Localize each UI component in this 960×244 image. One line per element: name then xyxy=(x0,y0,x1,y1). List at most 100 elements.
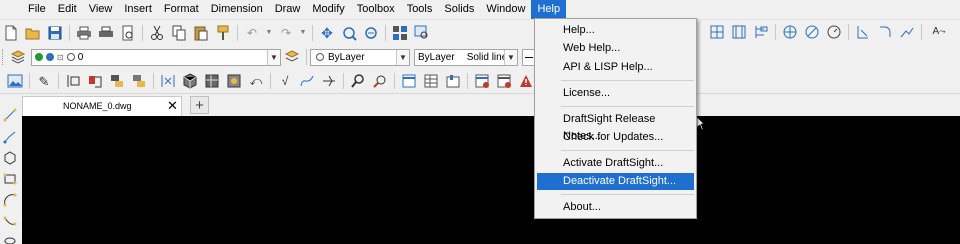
check-icon[interactable]: √ xyxy=(276,72,294,90)
text-icon[interactable]: A ⤳ xyxy=(927,23,951,41)
help-menu-item-check-updates[interactable]: Check for Updates... xyxy=(537,129,694,146)
menu-edit[interactable]: Edit xyxy=(52,0,83,19)
chevron-down-icon[interactable]: ▼ xyxy=(299,24,307,42)
polyline-tool-icon[interactable] xyxy=(1,128,19,146)
match-props-icon[interactable] xyxy=(214,24,232,42)
polygon-tool-icon[interactable] xyxy=(1,149,19,167)
layer-combo[interactable]: ⊡ 0 ▼ xyxy=(31,48,281,66)
properties-icon[interactable] xyxy=(400,72,418,90)
print-icon[interactable] xyxy=(75,24,93,42)
open-icon[interactable] xyxy=(24,24,42,42)
chevron-down-icon[interactable]: ▼ xyxy=(504,49,517,65)
document-tab-name: NONAME_0.dwg xyxy=(63,101,132,111)
close-icon[interactable]: ✕ xyxy=(167,98,178,114)
clip-icon[interactable] xyxy=(64,72,82,90)
audit-icon[interactable] xyxy=(495,72,513,90)
block-icon[interactable] xyxy=(708,23,726,41)
snap-icon[interactable] xyxy=(781,23,799,41)
layer-manager-icon[interactable] xyxy=(9,48,27,66)
trace-icon[interactable] xyxy=(320,72,338,90)
spline-icon[interactable] xyxy=(298,72,316,90)
rectangle-tool-icon[interactable] xyxy=(1,170,19,188)
menu-file[interactable]: File xyxy=(22,0,52,19)
explode-icon[interactable] xyxy=(159,72,177,90)
pencil-icon[interactable]: ✎ xyxy=(35,72,53,90)
menu-format[interactable]: Format xyxy=(158,0,205,19)
document-tab[interactable]: NONAME_0.dwg ✕ xyxy=(22,96,182,116)
insert-block-icon[interactable]: ⤺ xyxy=(247,72,265,90)
redo-icon[interactable]: ↷ xyxy=(277,24,295,42)
copy-icon[interactable] xyxy=(170,24,188,42)
help-menu-item-web-help[interactable]: Web Help... xyxy=(537,40,694,57)
pan-icon[interactable]: ✥ xyxy=(318,24,336,42)
menu-tools[interactable]: Tools xyxy=(401,0,439,19)
ellipse-tool-icon[interactable] xyxy=(1,232,19,244)
edit-block-icon[interactable] xyxy=(130,72,148,90)
report-icon[interactable] xyxy=(473,72,491,90)
help-menu-item-license[interactable]: License... xyxy=(537,85,694,102)
attach-icon[interactable] xyxy=(86,72,104,90)
osnap-icon[interactable] xyxy=(803,23,821,41)
new-tab-button[interactable]: + xyxy=(190,96,209,114)
menu-insert[interactable]: Insert xyxy=(118,0,158,19)
help-menu-item-api-lisp-help[interactable]: API & LISP Help... xyxy=(537,59,694,76)
help-menu-item-deactivate[interactable]: Deactivate DraftSight... xyxy=(537,173,694,190)
cut-icon[interactable] xyxy=(148,24,166,42)
menu-modify[interactable]: Modify xyxy=(306,0,350,19)
lineweight-combo[interactable] xyxy=(522,48,534,66)
layout-icon[interactable] xyxy=(444,72,462,90)
cube-icon[interactable] xyxy=(181,72,199,90)
table-icon[interactable] xyxy=(752,23,770,41)
paste-icon[interactable] xyxy=(192,24,210,42)
save-icon[interactable] xyxy=(46,24,64,42)
circle-icon[interactable] xyxy=(825,23,843,41)
menu-dimension[interactable]: Dimension xyxy=(205,0,269,19)
find-icon[interactable] xyxy=(413,24,431,42)
app-icon[interactable] xyxy=(0,0,22,19)
layer-freeze-icon xyxy=(46,53,54,61)
menu-toolbox[interactable]: Toolbox xyxy=(351,0,401,19)
help-menu-item-help[interactable]: Help... xyxy=(537,22,694,39)
menu-draw[interactable]: Draw xyxy=(269,0,307,19)
design-resources-icon[interactable] xyxy=(391,24,409,42)
menu-view[interactable]: View xyxy=(83,0,119,19)
spline-tool-icon[interactable] xyxy=(1,212,19,230)
menu-window[interactable]: Window xyxy=(480,0,531,19)
toolbar-separator xyxy=(142,24,143,41)
plot-icon[interactable] xyxy=(97,24,115,42)
zoom-window-icon[interactable] xyxy=(340,24,358,42)
warning-icon[interactable] xyxy=(517,72,535,90)
menu-solids[interactable]: Solids xyxy=(438,0,480,19)
menu-bar: File Edit View Insert Format Dimension D… xyxy=(0,0,960,19)
search-icon[interactable] xyxy=(349,72,367,90)
arc-tool-icon[interactable] xyxy=(1,191,19,209)
zoom-realtime-icon[interactable] xyxy=(362,24,380,42)
define-attribute-icon[interactable] xyxy=(225,72,243,90)
help-menu-item-release-notes[interactable]: DraftSight Release Notes... xyxy=(537,111,694,142)
line-icon[interactable] xyxy=(898,23,916,41)
layer-state-icon[interactable] xyxy=(283,48,301,66)
line-tool-icon[interactable] xyxy=(1,106,19,124)
color-combo[interactable]: ByLayer ▼ xyxy=(310,48,410,66)
xref-icon[interactable] xyxy=(108,72,126,90)
menu-help[interactable]: Help xyxy=(531,0,567,19)
image-icon[interactable] xyxy=(6,72,24,90)
layers-table-icon[interactable] xyxy=(422,72,440,90)
linestyle-combo[interactable]: ByLayer Solid line ▼ xyxy=(414,48,518,66)
fillet-icon[interactable] xyxy=(876,23,894,41)
help-menu-item-activate[interactable]: Activate DraftSight... xyxy=(537,155,694,172)
chevron-down-icon[interactable]: ▼ xyxy=(265,24,273,42)
dimension-icon[interactable] xyxy=(854,23,872,41)
help-menu-item-about[interactable]: About... xyxy=(537,199,694,216)
hatch-icon[interactable] xyxy=(730,23,748,41)
preview-icon[interactable] xyxy=(119,24,137,42)
undo-icon[interactable]: ↶ xyxy=(243,24,261,42)
block-attribute-icon[interactable] xyxy=(203,72,221,90)
chevron-down-icon[interactable]: ▼ xyxy=(396,49,409,65)
drawing-canvas[interactable] xyxy=(22,116,960,244)
toolbar-grip[interactable] xyxy=(2,49,5,65)
zoom-icon[interactable] xyxy=(371,72,389,90)
help-menu-dropdown: Help... Web Help... API & LISP Help... L… xyxy=(534,18,697,219)
new-icon[interactable] xyxy=(2,24,20,42)
chevron-down-icon[interactable]: ▼ xyxy=(267,49,280,65)
